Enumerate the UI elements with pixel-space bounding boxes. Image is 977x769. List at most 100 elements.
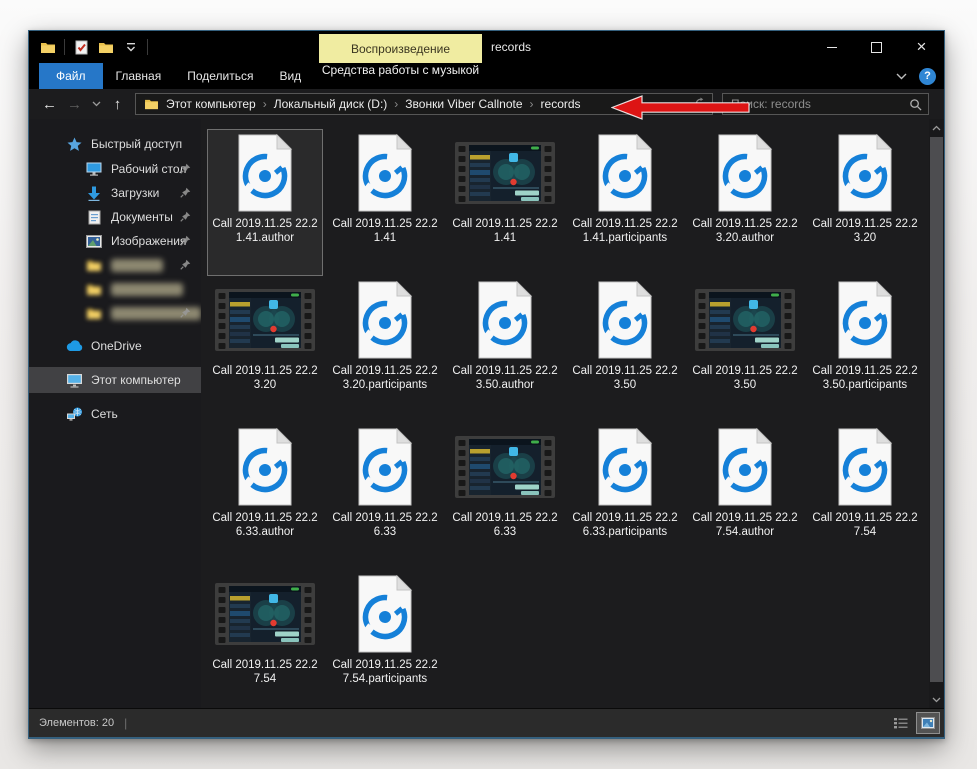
scroll-up-icon[interactable] xyxy=(929,120,944,135)
scroll-down-icon[interactable] xyxy=(929,692,944,707)
sidebar-item-pictures[interactable]: Изображения xyxy=(29,229,201,253)
file-item[interactable]: Call 2019.11.25 22.23.50 xyxy=(567,276,683,423)
file-item[interactable]: Call 2019.11.25 22.21.41 xyxy=(327,129,443,276)
file-item[interactable]: Call 2019.11.25 22.23.50.author xyxy=(447,276,563,423)
tab-home[interactable]: Главная xyxy=(103,63,175,89)
file-name: Call 2019.11.25 22.27.54 xyxy=(212,659,318,685)
audio-file-icon xyxy=(714,426,776,508)
audio-file-icon xyxy=(354,573,416,655)
properties-button[interactable] xyxy=(72,39,90,55)
maximize-button[interactable] xyxy=(854,31,899,63)
network-icon xyxy=(65,407,83,421)
pin-icon xyxy=(180,307,191,321)
tab-view[interactable]: Вид xyxy=(266,63,314,89)
file-item[interactable]: Call 2019.11.25 22.27.54 xyxy=(807,423,923,570)
sidebar-item-redacted[interactable] xyxy=(29,253,201,277)
sidebar-item-downloads[interactable]: Загрузки xyxy=(29,181,201,205)
recent-locations-chevron-icon[interactable] xyxy=(87,92,105,116)
tab-music-tools[interactable]: Средства работы с музыкой xyxy=(319,63,482,77)
search-icon xyxy=(909,98,922,116)
up-button[interactable]: ↑ xyxy=(105,92,130,116)
audio-file-icon xyxy=(714,132,776,214)
file-name: Call 2019.11.25 22.23.50 xyxy=(572,365,678,391)
file-item[interactable]: Call 2019.11.25 22.21.41.participants xyxy=(567,129,683,276)
audio-file-icon xyxy=(354,132,416,214)
sidebar-item-label: OneDrive xyxy=(91,339,142,353)
scrollbar-thumb[interactable] xyxy=(930,137,943,682)
ribbon-collapse-chevron-icon[interactable] xyxy=(896,67,907,85)
breadcrumb-segment[interactable]: Этот компьютер xyxy=(164,97,258,111)
sidebar-item-network[interactable]: Сеть xyxy=(29,401,201,427)
file-name: Call 2019.11.25 22.23.20 xyxy=(212,365,318,391)
sidebar-item-label: Рабочий стол xyxy=(111,162,187,176)
back-button[interactable]: ← xyxy=(37,92,62,116)
breadcrumb-segment[interactable]: Локальный диск (D:) xyxy=(272,97,390,111)
sidebar-item-label: Загрузки xyxy=(111,186,160,200)
sidebar-item-desktop[interactable]: Рабочий стол xyxy=(29,157,201,181)
computer-icon xyxy=(65,373,83,388)
breadcrumb-segments: Этот компьютер › Локальный диск (D:) › Звонк… xyxy=(164,97,583,111)
file-name: Call 2019.11.25 22.21.41.author xyxy=(212,218,318,244)
file-name: Call 2019.11.25 22.27.54 xyxy=(812,512,918,538)
sidebar-item-label: Этот компьютер xyxy=(91,373,181,387)
sidebar-item-redacted[interactable] xyxy=(29,277,201,301)
pin-icon xyxy=(180,211,191,225)
file-item[interactable]: Call 2019.11.25 22.23.20 xyxy=(807,129,923,276)
search-input[interactable] xyxy=(723,94,928,114)
file-name: Call 2019.11.25 22.23.20.participants xyxy=(332,365,438,391)
file-item[interactable]: Call 2019.11.25 22.26.33 xyxy=(447,423,563,570)
file-name: Call 2019.11.25 22.23.20.author xyxy=(692,218,798,244)
qat-separator xyxy=(147,39,148,55)
file-item[interactable]: Call 2019.11.25 22.23.50.participants xyxy=(807,276,923,423)
sidebar-item-label: Быстрый доступ xyxy=(91,137,183,151)
file-item[interactable]: Call 2019.11.25 22.27.54.participants xyxy=(327,570,443,717)
quick-access-star-icon xyxy=(65,136,83,152)
search-box[interactable] xyxy=(722,93,929,115)
sidebar-item-redacted[interactable] xyxy=(29,301,201,325)
tab-file[interactable]: Файл xyxy=(39,63,103,89)
file-item[interactable]: Call 2019.11.25 22.27.54.author xyxy=(687,423,803,570)
file-item[interactable]: Call 2019.11.25 22.23.50 xyxy=(687,276,803,423)
breadcrumb-segment[interactable]: Звонки Viber Callnote xyxy=(403,97,524,111)
sidebar-item-label: Документы xyxy=(111,210,173,224)
forward-button[interactable]: → xyxy=(62,92,87,116)
file-item[interactable]: Call 2019.11.25 22.23.20 xyxy=(207,276,323,423)
file-item[interactable]: Call 2019.11.25 22.23.20.participants xyxy=(327,276,443,423)
downloads-icon xyxy=(85,186,103,201)
tab-share[interactable]: Поделиться xyxy=(174,63,266,89)
customize-quick-access-button[interactable] xyxy=(122,39,140,55)
breadcrumb-segment[interactable]: records xyxy=(539,97,583,111)
explorer-window-icon xyxy=(39,39,57,55)
sidebar-item-label: Изображения xyxy=(111,234,187,248)
sidebar-item-onedrive[interactable]: OneDrive xyxy=(29,333,201,359)
titlebar: Воспроизведение records × xyxy=(29,31,944,63)
address-bar[interactable]: Этот компьютер › Локальный диск (D:) › Звонк… xyxy=(135,93,713,115)
file-item[interactable]: Call 2019.11.25 22.26.33.author xyxy=(207,423,323,570)
minimize-button[interactable] xyxy=(809,31,854,63)
file-list-area[interactable]: Call 2019.11.25 22.21.41.author Call 2019… xyxy=(201,119,929,708)
crumb-separator-icon: › xyxy=(262,97,267,111)
file-item[interactable]: Call 2019.11.25 22.26.33.participants xyxy=(567,423,683,570)
vertical-scrollbar[interactable] xyxy=(929,119,944,708)
onedrive-icon xyxy=(65,340,83,352)
file-item[interactable]: Call 2019.11.25 22.23.20.author xyxy=(687,129,803,276)
sidebar-item-computer[interactable]: Этот компьютер xyxy=(29,367,201,393)
video-file-icon xyxy=(455,132,555,214)
file-item[interactable]: Call 2019.11.25 22.26.33 xyxy=(327,423,443,570)
audio-file-icon xyxy=(354,426,416,508)
file-name: Call 2019.11.25 22.26.33.author xyxy=(212,512,318,538)
audio-file-icon xyxy=(474,279,536,361)
file-item[interactable]: Call 2019.11.25 22.27.54 xyxy=(207,570,323,717)
file-name: Call 2019.11.25 22.21.41 xyxy=(332,218,438,244)
refresh-icon[interactable] xyxy=(694,97,707,115)
file-item[interactable]: Call 2019.11.25 22.21.41.author xyxy=(207,129,323,276)
file-item[interactable]: Call 2019.11.25 22.21.41 xyxy=(447,129,563,276)
window-controls: × xyxy=(809,31,944,63)
help-button[interactable]: ? xyxy=(919,67,936,85)
audio-file-icon xyxy=(834,279,896,361)
close-button[interactable]: × xyxy=(899,31,944,63)
contextual-tab-group-header[interactable]: Воспроизведение xyxy=(319,34,482,63)
new-folder-button[interactable] xyxy=(97,39,115,55)
sidebar-item-quick-access-star[interactable]: Быстрый доступ xyxy=(29,131,201,157)
sidebar-item-documents[interactable]: Документы xyxy=(29,205,201,229)
